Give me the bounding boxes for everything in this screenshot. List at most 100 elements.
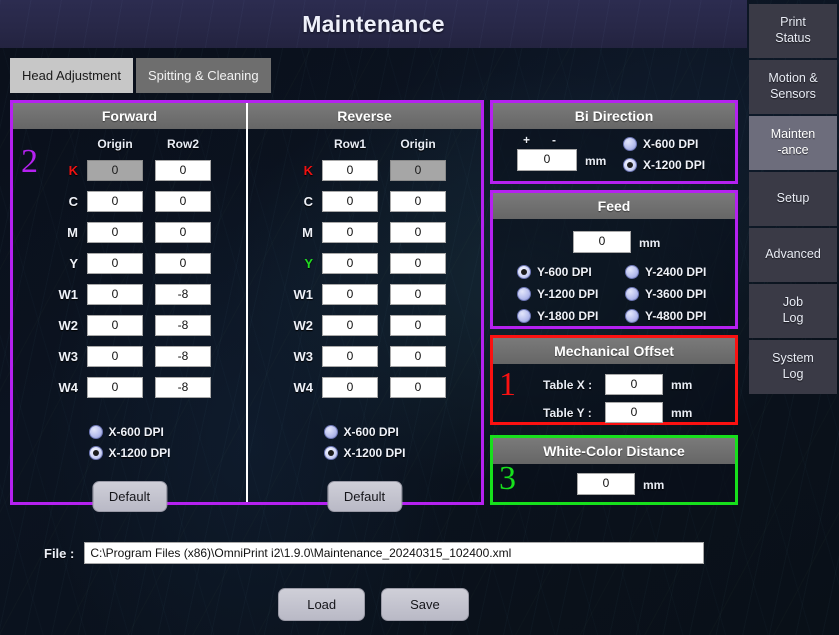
reverse-row1-input-w1[interactable]: 0 — [322, 284, 378, 305]
radio-selected-icon — [623, 158, 637, 172]
bi-direction-plus-label: + — [523, 133, 531, 147]
sidebar-item-joblog[interactable]: Job Log — [749, 284, 837, 338]
bi-direction-radio-x-600-dpi[interactable]: X-600 DPI — [623, 137, 705, 151]
sidebar-item-motion-sensors[interactable]: Motion & Sensors — [749, 60, 837, 114]
reverse-row-label-w3: W3 — [293, 349, 314, 364]
maintenance-screen: Maintenance Head Adjustment Spitting & C… — [0, 0, 839, 635]
feed-title: Feed — [493, 193, 735, 219]
reverse-radio-x-1200-dpi[interactable]: X-1200 DPI — [323, 446, 406, 460]
save-button[interactable]: Save — [381, 588, 469, 621]
reverse-row1-input-c[interactable]: 0 — [322, 191, 378, 212]
file-path-input[interactable]: C:\Program Files (x86)\OmniPrint i2\1.9.… — [84, 542, 705, 564]
forward-origin-input-m[interactable]: 0 — [87, 222, 143, 243]
reverse-origin-input-w1[interactable]: 0 — [390, 284, 446, 305]
feed-value-input[interactable]: 0 — [573, 231, 631, 253]
table-x-input[interactable]: 0 — [605, 374, 663, 395]
bi-direction-dpi-group: X-600 DPI X-1200 DPI — [623, 137, 705, 179]
forward-row-label-c: C — [68, 194, 78, 209]
reverse-dpi-group: X-600 DPI X-1200 DPI — [323, 425, 406, 467]
reverse-origin-input-m[interactable]: 0 — [390, 222, 446, 243]
forward-row2-input-m[interactable]: 0 — [155, 222, 211, 243]
radio-label: Y-1200 DPI — [537, 287, 599, 301]
reverse-row1-input-w3[interactable]: 0 — [322, 346, 378, 367]
action-button-row: Load Save — [0, 588, 747, 621]
feed-radio-y-4800-dpi[interactable]: Y-4800 DPI — [625, 309, 733, 323]
forward-origin-input-w4[interactable]: 0 — [87, 377, 143, 398]
forward-radio-x-1200-dpi[interactable]: X-1200 DPI — [88, 446, 171, 460]
forward-radio-x-600-dpi[interactable]: X-600 DPI — [88, 425, 170, 439]
sidebar-item-mainten-ance[interactable]: Mainten -ance — [749, 116, 837, 170]
reverse-col-header-0: Row1 — [333, 137, 366, 151]
feed-radio-y-3600-dpi[interactable]: Y-3600 DPI — [625, 287, 733, 301]
bi-direction-value-input[interactable]: 0 — [517, 149, 577, 171]
reverse-row-label-y: Y — [304, 256, 313, 271]
title-bar: Maintenance — [0, 0, 747, 48]
radio-unselected-icon — [517, 309, 531, 323]
radio-label: X-1200 DPI — [343, 446, 406, 460]
reverse-origin-input-w3[interactable]: 0 — [390, 346, 446, 367]
radio-unselected-icon — [323, 425, 338, 439]
table-row: W1 0 0 — [248, 279, 481, 310]
page-title: Maintenance — [302, 10, 445, 37]
forward-dpi-group: X-600 DPI X-1200 DPI — [88, 425, 171, 467]
radio-label: Y-2400 DPI — [645, 265, 707, 279]
sidebar-item-label-line2: Status — [775, 31, 811, 45]
reverse-row1-input-w4[interactable]: 0 — [322, 377, 378, 398]
forward-row2-input-c[interactable]: 0 — [155, 191, 211, 212]
sidebar-item-label-line2: Log — [782, 367, 804, 381]
reverse-origin-input-y[interactable]: 0 — [390, 253, 446, 274]
load-button[interactable]: Load — [278, 588, 366, 621]
sidebar-item-printstatus[interactable]: Print Status — [749, 4, 837, 58]
sidebar-item-systemlog[interactable]: System Log — [749, 340, 837, 394]
bi-direction-radio-x-1200-dpi[interactable]: X-1200 DPI — [623, 158, 705, 172]
sidebar-item-setup[interactable]: Setup — [749, 172, 837, 226]
feed-radio-y-600-dpi[interactable]: Y-600 DPI — [517, 265, 625, 279]
tab-head-adjustment[interactable]: Head Adjustment — [10, 58, 134, 93]
table-row: K00 — [13, 155, 246, 186]
table-row: W3 0 0 — [248, 341, 481, 372]
feed-radio-y-1200-dpi[interactable]: Y-1200 DPI — [517, 287, 625, 301]
forward-row2-input-y[interactable]: 0 — [155, 253, 211, 274]
table-y-input[interactable]: 0 — [605, 402, 663, 423]
reverse-row1-input-m[interactable]: 0 — [322, 222, 378, 243]
table-row: C00 — [13, 186, 246, 217]
table-x-label: Table X : — [543, 377, 593, 392]
feed-radio-y-2400-dpi[interactable]: Y-2400 DPI — [625, 265, 733, 279]
reverse-origin-input-w2[interactable]: 0 — [390, 315, 446, 336]
white-color-distance-input[interactable]: 0 — [577, 473, 635, 495]
reverse-row1-input-w2[interactable]: 0 — [322, 315, 378, 336]
forward-row2-input-w2[interactable]: -8 — [155, 315, 211, 336]
white-color-distance-panel: White-Color Distance 3 0 mm — [490, 435, 738, 505]
sidebar-item-label: Setup — [776, 191, 810, 206]
sidebar-item-label: System — [772, 351, 814, 366]
reverse-origin-input-c[interactable]: 0 — [390, 191, 446, 212]
forward-origin-input-c[interactable]: 0 — [87, 191, 143, 212]
forward-row2-input-w3[interactable]: -8 — [155, 346, 211, 367]
bi-direction-title: Bi Direction — [493, 103, 735, 129]
forward-origin-input-w2[interactable]: 0 — [87, 315, 143, 336]
forward-title: Forward — [13, 103, 246, 129]
reverse-default-button[interactable]: Default — [326, 481, 403, 512]
reverse-origin-input-w4[interactable]: 0 — [390, 377, 446, 398]
forward-row2-input-w4[interactable]: -8 — [155, 377, 211, 398]
sidebar-item-label: Advanced — [765, 247, 821, 262]
forward-default-button[interactable]: Default — [91, 481, 168, 512]
feed-panel: Feed 0 mm Y-600 DPI Y-2400 DPI Y-1200 DPI Y… — [490, 190, 738, 329]
feed-radio-y-1800-dpi[interactable]: Y-1800 DPI — [517, 309, 625, 323]
forward-row2-input-w1[interactable]: -8 — [155, 284, 211, 305]
reverse-row1-input-y[interactable]: 0 — [322, 253, 378, 274]
sidebar-item-advanced[interactable]: Advanced — [749, 228, 837, 282]
sidebar-item-label: Print — [780, 15, 806, 30]
forward-origin-input-w3[interactable]: 0 — [87, 346, 143, 367]
forward-row-label-w3: W3 — [58, 349, 79, 364]
reverse-row1-input-k[interactable]: 0 — [322, 160, 378, 181]
table-y-unit: mm — [671, 405, 693, 420]
head-adjustment-panel: Forward 2 Origin Row2 K 0 0 C 0 0 M 0 0 Y 0 0 W1 0 -8 W… — [10, 100, 484, 512]
tab-spitting-cleaning[interactable]: Spitting & Cleaning — [136, 58, 271, 93]
annotation-3: 3 — [499, 460, 516, 497]
forward-row2-input-k[interactable]: 0 — [155, 160, 211, 181]
radio-unselected-icon — [88, 425, 103, 439]
forward-origin-input-y[interactable]: 0 — [87, 253, 143, 274]
reverse-radio-x-600-dpi[interactable]: X-600 DPI — [323, 425, 405, 439]
forward-origin-input-w1[interactable]: 0 — [87, 284, 143, 305]
